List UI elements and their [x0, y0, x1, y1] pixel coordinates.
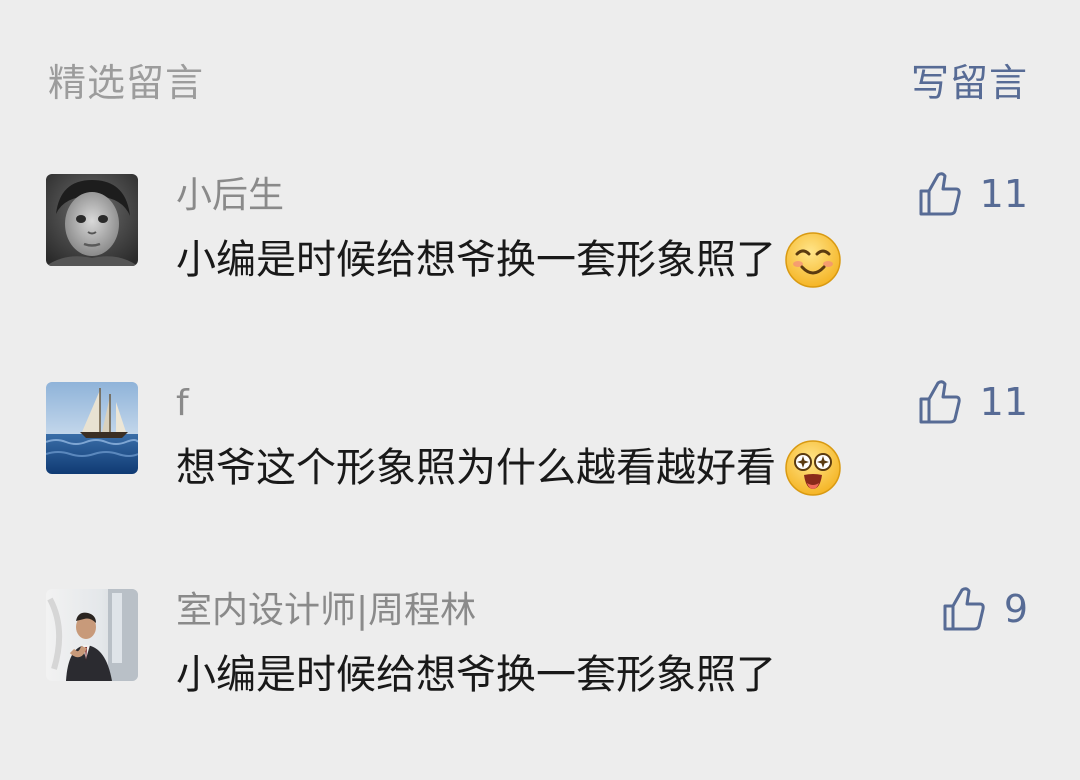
like-count: 11 — [979, 172, 1028, 216]
comments-header: 精选留言 写留言 — [48, 52, 1028, 105]
avatar-child-photo — [46, 174, 138, 266]
write-comment-button[interactable]: 写留言 — [911, 52, 1028, 107]
comment-nickname[interactable]: 室内设计师|周程林 — [176, 589, 476, 633]
comment-content: 想爷这个形象照为什么越看越好看 — [176, 438, 842, 497]
thumbs-up-icon — [918, 171, 962, 217]
star-struck-emoji-icon — [784, 439, 842, 497]
comment-item: 小后生 小编是时候给想爷换一套形象照了 11 — [0, 172, 1080, 324]
comment-text: 想爷这个形象照为什么越看越好看 — [176, 445, 776, 491]
avatar[interactable] — [46, 589, 138, 681]
comment-content: 小编是时候给想爷换一套形象照了 — [176, 645, 776, 703]
comment-nickname[interactable]: 小后生 — [176, 174, 284, 218]
like-count: 11 — [979, 380, 1028, 424]
avatar[interactable] — [46, 382, 138, 474]
comment-item: 室内设计师|周程林 小编是时候给想爷换一套形象照了 9 — [0, 587, 1080, 739]
avatar-man-photo — [46, 589, 138, 681]
avatar-sailboat-photo — [46, 382, 138, 474]
comment-nickname[interactable]: f — [176, 382, 189, 426]
like-button[interactable]: 11 — [918, 376, 1028, 428]
blush-smile-emoji-icon — [784, 231, 842, 289]
avatar[interactable] — [46, 174, 138, 266]
comment-item: f 想爷这个形象照为什么越看越好看 11 — [0, 380, 1080, 532]
like-button[interactable]: 9 — [942, 583, 1028, 635]
like-count: 9 — [1003, 587, 1028, 631]
comment-text: 小编是时候给想爷换一套形象照了 — [176, 237, 776, 283]
thumbs-up-icon — [918, 379, 962, 425]
thumbs-up-icon — [942, 586, 986, 632]
comment-content: 小编是时候给想爷换一套形象照了 — [176, 230, 842, 289]
like-button[interactable]: 11 — [918, 168, 1028, 220]
section-title: 精选留言 — [48, 61, 205, 105]
comment-text: 小编是时候给想爷换一套形象照了 — [176, 652, 776, 698]
